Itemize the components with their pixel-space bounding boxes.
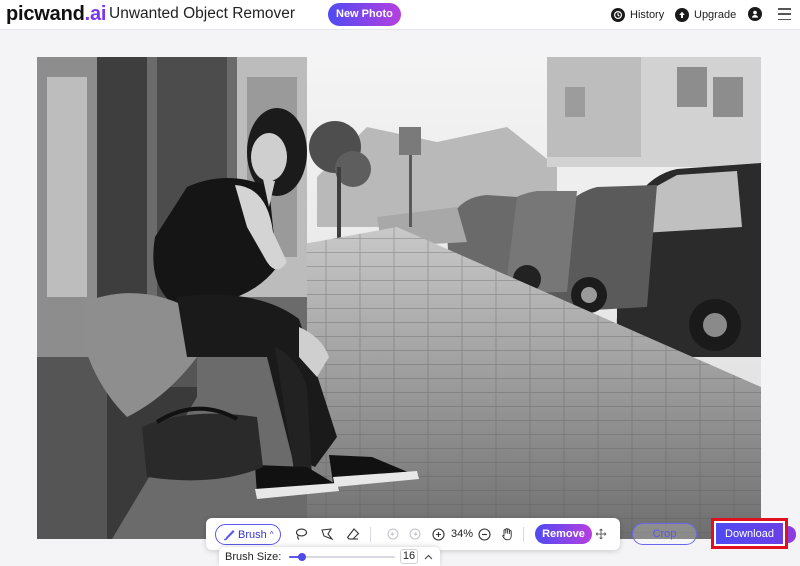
history-label: History bbox=[630, 9, 665, 21]
download-highlight-box: Download bbox=[711, 518, 788, 549]
logo-text: picwand bbox=[6, 3, 85, 25]
brush-size-slider-handle[interactable] bbox=[297, 553, 306, 561]
logo-accent-text: .ai bbox=[84, 3, 107, 25]
upgrade-arrow-icon bbox=[675, 8, 689, 22]
zoom-out-icon[interactable] bbox=[477, 527, 491, 541]
polygon-lasso-icon[interactable] bbox=[320, 527, 334, 541]
download-button-edge bbox=[788, 526, 796, 543]
hamburger-menu-icon[interactable] bbox=[778, 8, 791, 20]
undo-icon[interactable] bbox=[386, 527, 400, 541]
eraser-icon[interactable] bbox=[346, 527, 360, 541]
brush-size-value[interactable]: 16 bbox=[400, 549, 418, 564]
redo-icon[interactable] bbox=[408, 527, 422, 541]
editing-toolbar: Brush ^ 34% Remove bbox=[206, 518, 620, 550]
picwand-logo[interactable]: picwand.ai bbox=[6, 3, 106, 25]
remove-button[interactable]: Remove bbox=[535, 524, 592, 544]
chevron-up-icon: ^ bbox=[269, 530, 274, 539]
edited-photo bbox=[37, 57, 761, 539]
history-clock-icon bbox=[611, 8, 625, 22]
brush-size-label: Brush Size: bbox=[225, 551, 282, 563]
user-avatar-icon[interactable] bbox=[748, 7, 762, 21]
move-icon[interactable] bbox=[594, 527, 608, 541]
lasso-icon[interactable] bbox=[294, 527, 308, 541]
zoom-level: 34% bbox=[451, 528, 474, 540]
brush-tool-button[interactable]: Brush ^ bbox=[215, 524, 281, 545]
history-button[interactable]: History bbox=[611, 7, 664, 23]
app-header: picwand.ai Unwanted Object Remover New P… bbox=[0, 0, 800, 30]
crop-button[interactable]: Crop bbox=[632, 523, 697, 545]
app-title: Unwanted Object Remover bbox=[109, 5, 296, 22]
download-button[interactable]: Download bbox=[716, 523, 783, 544]
brush-size-slider[interactable] bbox=[289, 553, 395, 561]
zoom-in-icon[interactable] bbox=[431, 527, 445, 541]
photo-canvas[interactable] bbox=[37, 57, 761, 539]
brush-size-panel: Brush Size: 16 bbox=[219, 547, 440, 566]
upgrade-label: Upgrade bbox=[694, 9, 737, 21]
brush-tool-label: Brush bbox=[238, 528, 267, 541]
hand-pan-icon[interactable] bbox=[500, 527, 514, 541]
upgrade-button[interactable]: Upgrade bbox=[675, 7, 736, 23]
chevron-up-icon[interactable] bbox=[422, 551, 434, 563]
new-photo-button[interactable]: New Photo bbox=[328, 3, 401, 26]
brush-icon bbox=[223, 529, 235, 540]
